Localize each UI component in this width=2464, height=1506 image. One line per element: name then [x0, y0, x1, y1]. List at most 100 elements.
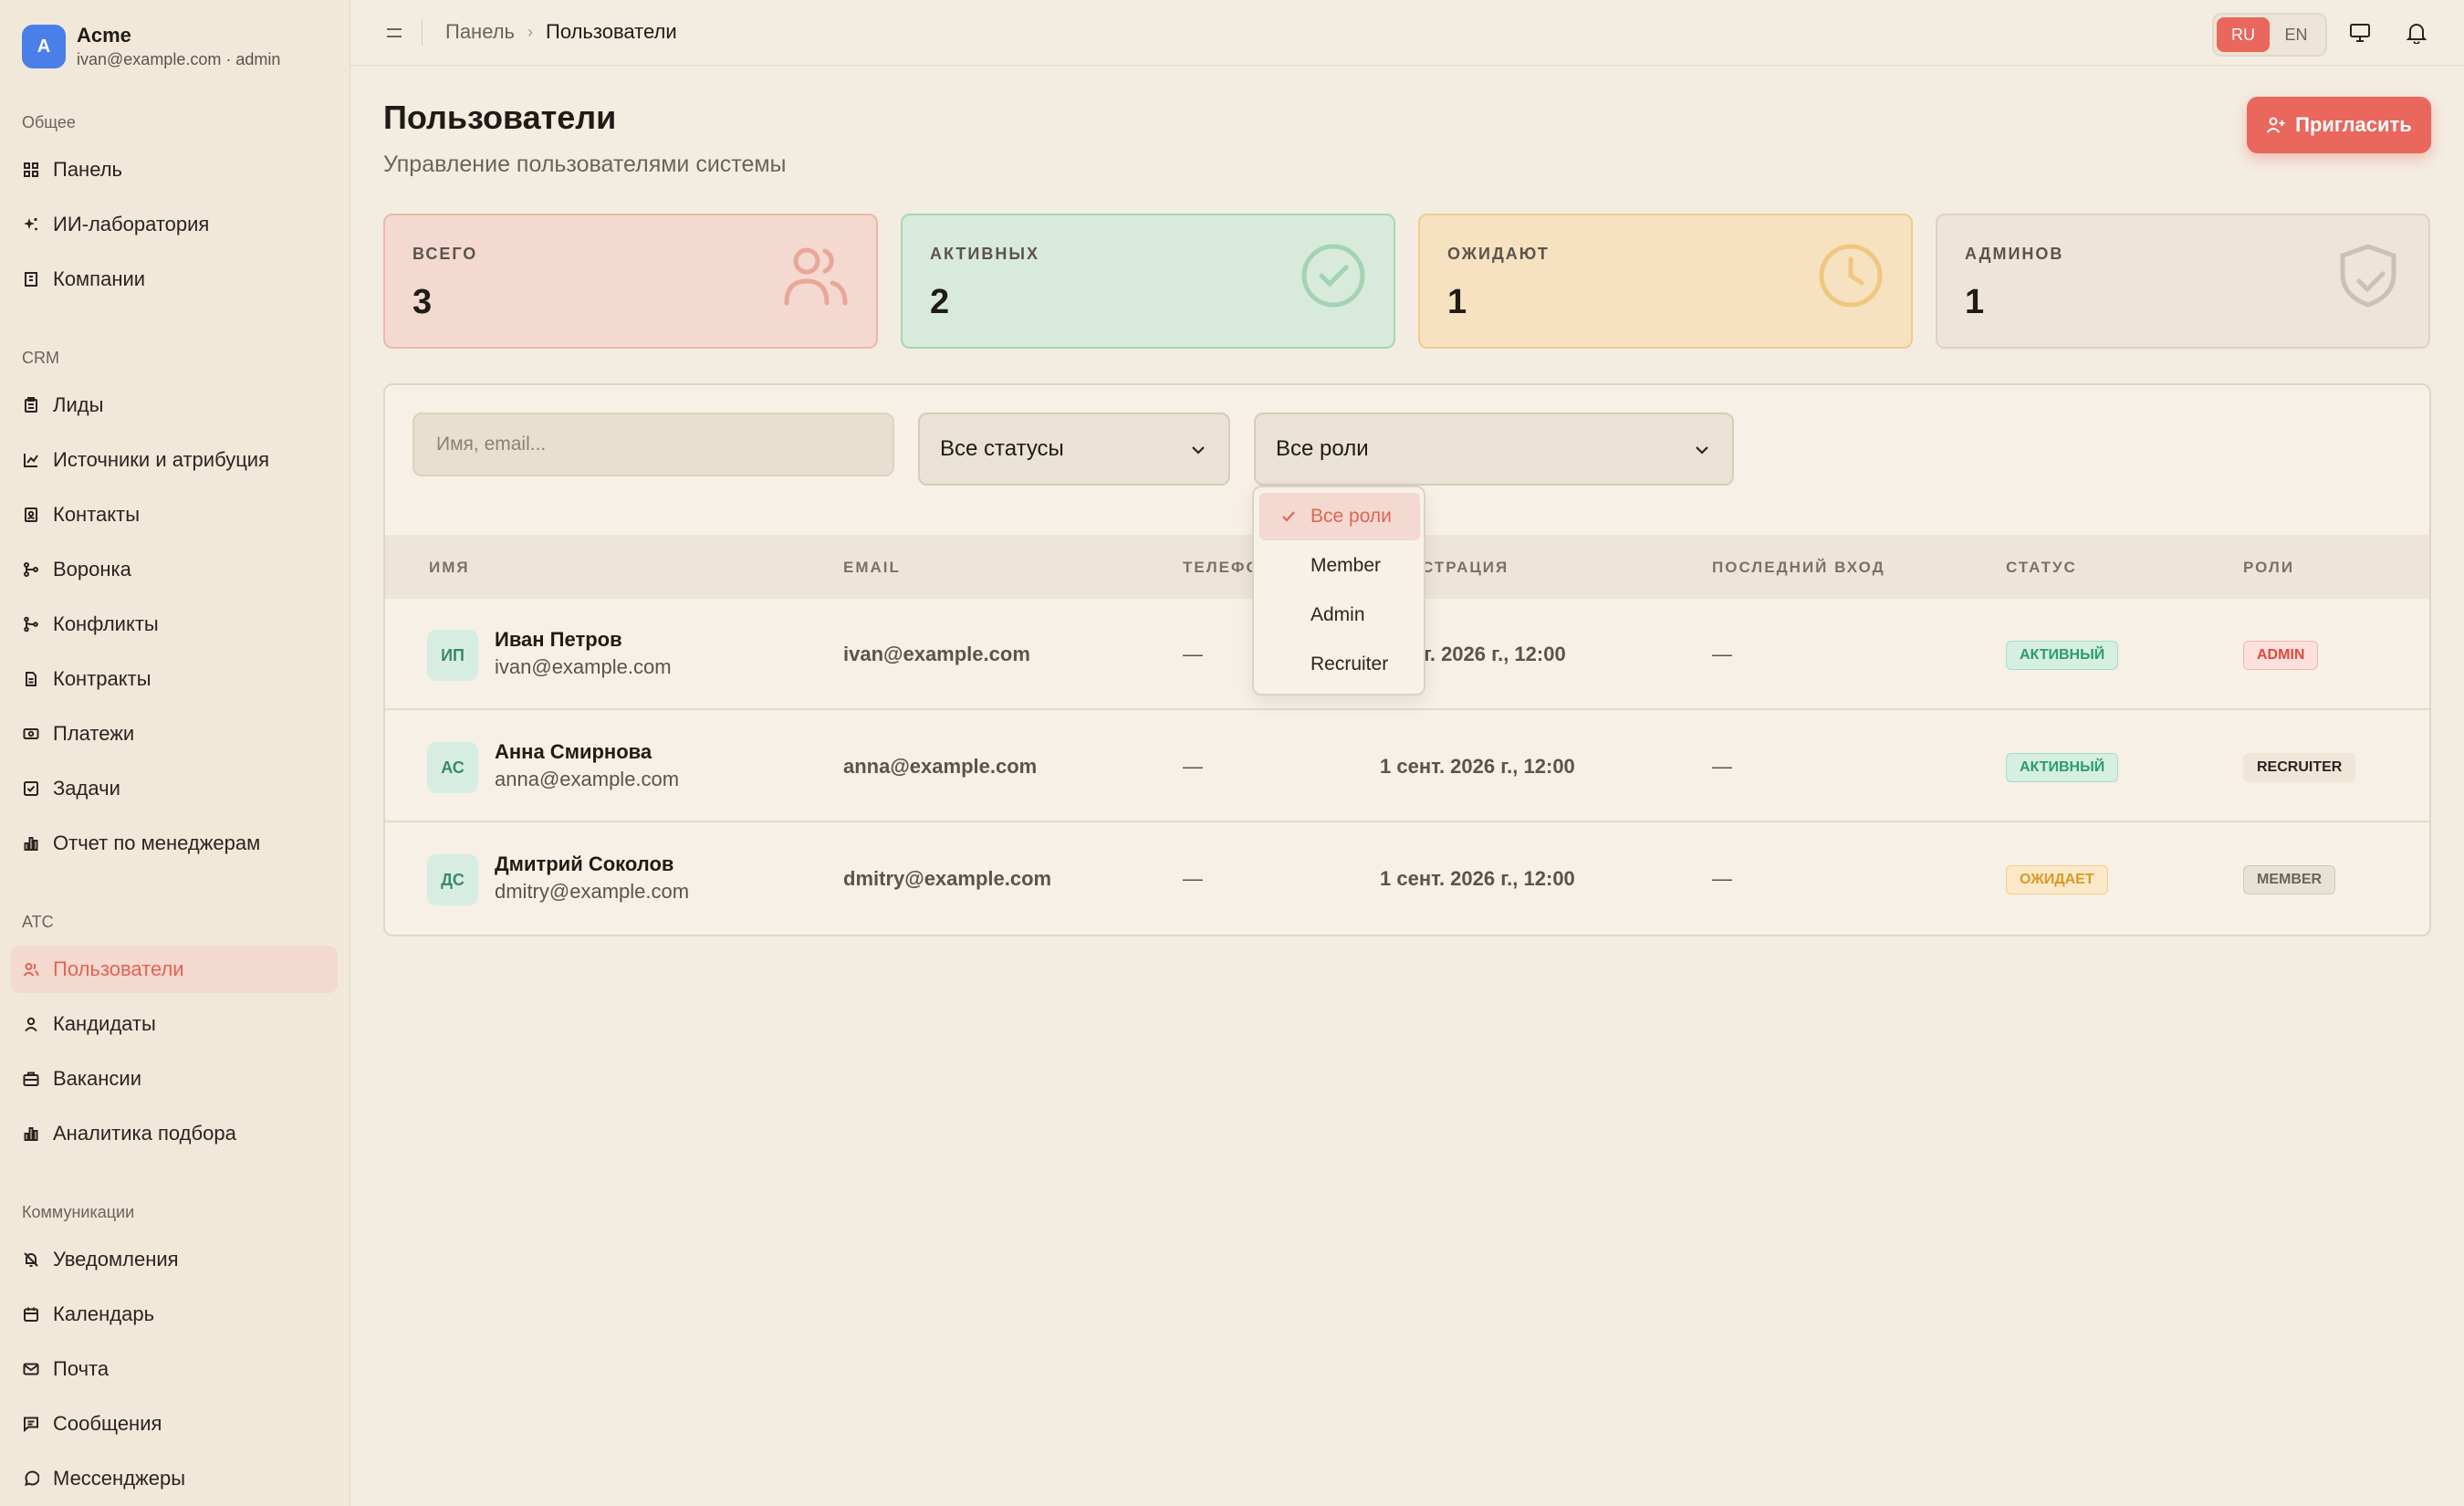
sidebar-item-dashboard[interactable]: Панель [11, 146, 338, 193]
user-email: ivan@example.com [843, 643, 1030, 665]
column-header-last-login[interactable]: ПОСЛЕДНИЙ ВХОД [1712, 559, 1885, 577]
bell-icon [2407, 24, 2427, 44]
sidebar-item-funnel[interactable]: Воронка [11, 546, 338, 593]
stat-label: АКТИВНЫХ [930, 245, 1039, 263]
sidebar-item-mail[interactable]: Почта [11, 1345, 338, 1393]
status-filter-value: Все статусы [940, 436, 1064, 461]
role-option-label: Recruiter [1310, 654, 1389, 675]
role-option-member[interactable]: Member [1259, 542, 1420, 590]
sidebar-item-companies[interactable]: Компании [11, 256, 338, 303]
sidebar-toggle-button[interactable] [380, 18, 409, 47]
column-header-phone[interactable]: ТЕЛЕФО [1183, 559, 1260, 577]
sidebar-item-leads[interactable]: Лиды [11, 382, 338, 429]
table-row[interactable]: АС Анна Смирнова anna@example.com anna@e… [385, 711, 2429, 822]
users-icon [784, 247, 848, 306]
sidebar-item-label: Кандидаты [53, 1012, 156, 1035]
stat-card-total: ВСЕГО 3 [383, 214, 878, 349]
user-registered: 1 сент. 2026 г., 12:00 [1380, 867, 1575, 890]
user-phone: — [1183, 755, 1203, 778]
sidebar-item-sources[interactable]: Источники и атрибуция [11, 436, 338, 484]
stat-value: 3 [412, 283, 433, 321]
topbar: Панель › Пользователи RU EN [350, 0, 2464, 66]
nav-section-communications: Коммуникации [22, 1203, 135, 1221]
sidebar-item-label: Почта [53, 1357, 110, 1380]
brand[interactable]: A Acme ivan@example.com · admin [22, 24, 280, 69]
topbar-divider [422, 20, 423, 46]
role-option-admin[interactable]: Admin [1259, 591, 1420, 639]
lang-ru-button[interactable]: RU [2217, 17, 2270, 52]
column-header-registered[interactable]: СТРАЦИЯ [1422, 559, 1509, 577]
status-badge: АКТИВНЫЙ [2006, 753, 2119, 782]
user-name: Дмитрий Соколов [495, 852, 674, 875]
invite-button-label: Пригласить [2295, 113, 2412, 136]
role-option-all[interactable]: Все роли [1259, 493, 1420, 540]
invite-button[interactable]: Пригласить [2247, 97, 2431, 153]
column-header-roles[interactable]: РОЛИ [2243, 559, 2294, 577]
nav-section-general: Общее [22, 113, 76, 131]
sidebar-item-label: Источники и атрибуция [53, 448, 269, 471]
sidebar-item-messengers[interactable]: Мессенджеры [11, 1455, 338, 1502]
sidebar-item-calendar[interactable]: Календарь [11, 1291, 338, 1338]
table-row[interactable]: ДС Дмитрий Соколов dmitry@example.com dm… [385, 823, 2429, 935]
sidebar-item-payments[interactable]: Платежи [11, 710, 338, 758]
sidebar-item-messages[interactable]: Сообщения [11, 1400, 338, 1448]
sidebar-item-vacancies[interactable]: Вакансии [11, 1055, 338, 1103]
check-circle-icon [1301, 244, 1365, 308]
sidebar-item-label: Сообщения [53, 1412, 162, 1435]
sidebar-item-label: Мессенджеры [53, 1467, 186, 1490]
building-icon [22, 270, 40, 288]
check-icon [1282, 511, 1295, 522]
avatar: АС [427, 742, 478, 793]
column-header-email[interactable]: EMAIL [843, 559, 901, 577]
sidebar-item-notifications[interactable]: Уведомления [11, 1236, 338, 1283]
breadcrumb-current: Пользователи [546, 20, 677, 43]
sidebar-item-conflicts[interactable]: Конфликты [11, 601, 338, 648]
sidebar-item-manager-report[interactable]: Отчет по менеджерам [11, 820, 338, 867]
notifications-button[interactable] [2402, 18, 2431, 47]
stat-card-admins: АДМИНОВ 1 [1936, 214, 2430, 349]
sidebar-item-label: Аналитика подбора [53, 1122, 236, 1145]
bar-chart-icon [22, 1124, 40, 1143]
stat-label: АДМИНОВ [1965, 245, 2064, 263]
display-mode-button[interactable] [2345, 18, 2375, 47]
lang-en-button[interactable]: EN [2270, 17, 2323, 52]
role-option-label: Member [1310, 555, 1382, 576]
stat-value: 2 [930, 283, 950, 321]
status-filter-select[interactable]: Все статусы [918, 413, 1230, 486]
chevron-down-icon [1192, 446, 1205, 455]
sidebar-item-contacts[interactable]: Контакты [11, 491, 338, 539]
breadcrumb-home-link[interactable]: Панель [445, 20, 515, 44]
role-filter-value: Все роли [1276, 436, 1369, 461]
sidebar-item-candidates[interactable]: Кандидаты [11, 1000, 338, 1048]
sidebar-item-users[interactable]: Пользователи [11, 946, 338, 993]
sidebar-item-recruiting-analytics[interactable]: Аналитика подбора [11, 1110, 338, 1157]
role-filter-select[interactable]: Все роли [1254, 413, 1734, 486]
nav-section-atc: ATC [22, 913, 54, 931]
user-last-login: — [1712, 867, 1732, 890]
role-option-recruiter[interactable]: Recruiter [1259, 641, 1420, 688]
sidebar-item-label: ИИ-лаборатория [53, 213, 210, 235]
user-name: Иван Петров [495, 628, 622, 651]
sidebar-item-label: Задачи [53, 777, 120, 800]
menu-icon [387, 28, 402, 37]
column-header-status[interactable]: СТАТУС [2006, 559, 2077, 577]
banknote-icon [22, 725, 40, 743]
sidebar-item-tasks[interactable]: Задачи [11, 765, 338, 812]
page-title: Пользователи [383, 99, 617, 136]
column-header-name[interactable]: ИМЯ [429, 559, 470, 577]
funnel-icon [22, 560, 40, 579]
role-badge: ADMIN [2243, 641, 2319, 670]
sparkles-icon [22, 215, 40, 234]
sidebar-item-ai-lab[interactable]: ИИ-лаборатория [11, 201, 338, 248]
user-phone: — [1183, 867, 1203, 890]
sidebar-item-contracts[interactable]: Контракты [11, 655, 338, 703]
bar-chart-icon [22, 834, 40, 852]
role-option-label: Admin [1310, 604, 1365, 625]
user-last-login: — [1712, 643, 1732, 665]
search-input[interactable]: Имя, email... [412, 413, 894, 476]
clipboard-icon [22, 396, 40, 414]
brand-logo: A [22, 25, 66, 68]
user-email: dmitry@example.com [843, 867, 1052, 890]
user-email-sub: anna@example.com [495, 768, 680, 790]
user-plus-icon [2266, 117, 2285, 133]
